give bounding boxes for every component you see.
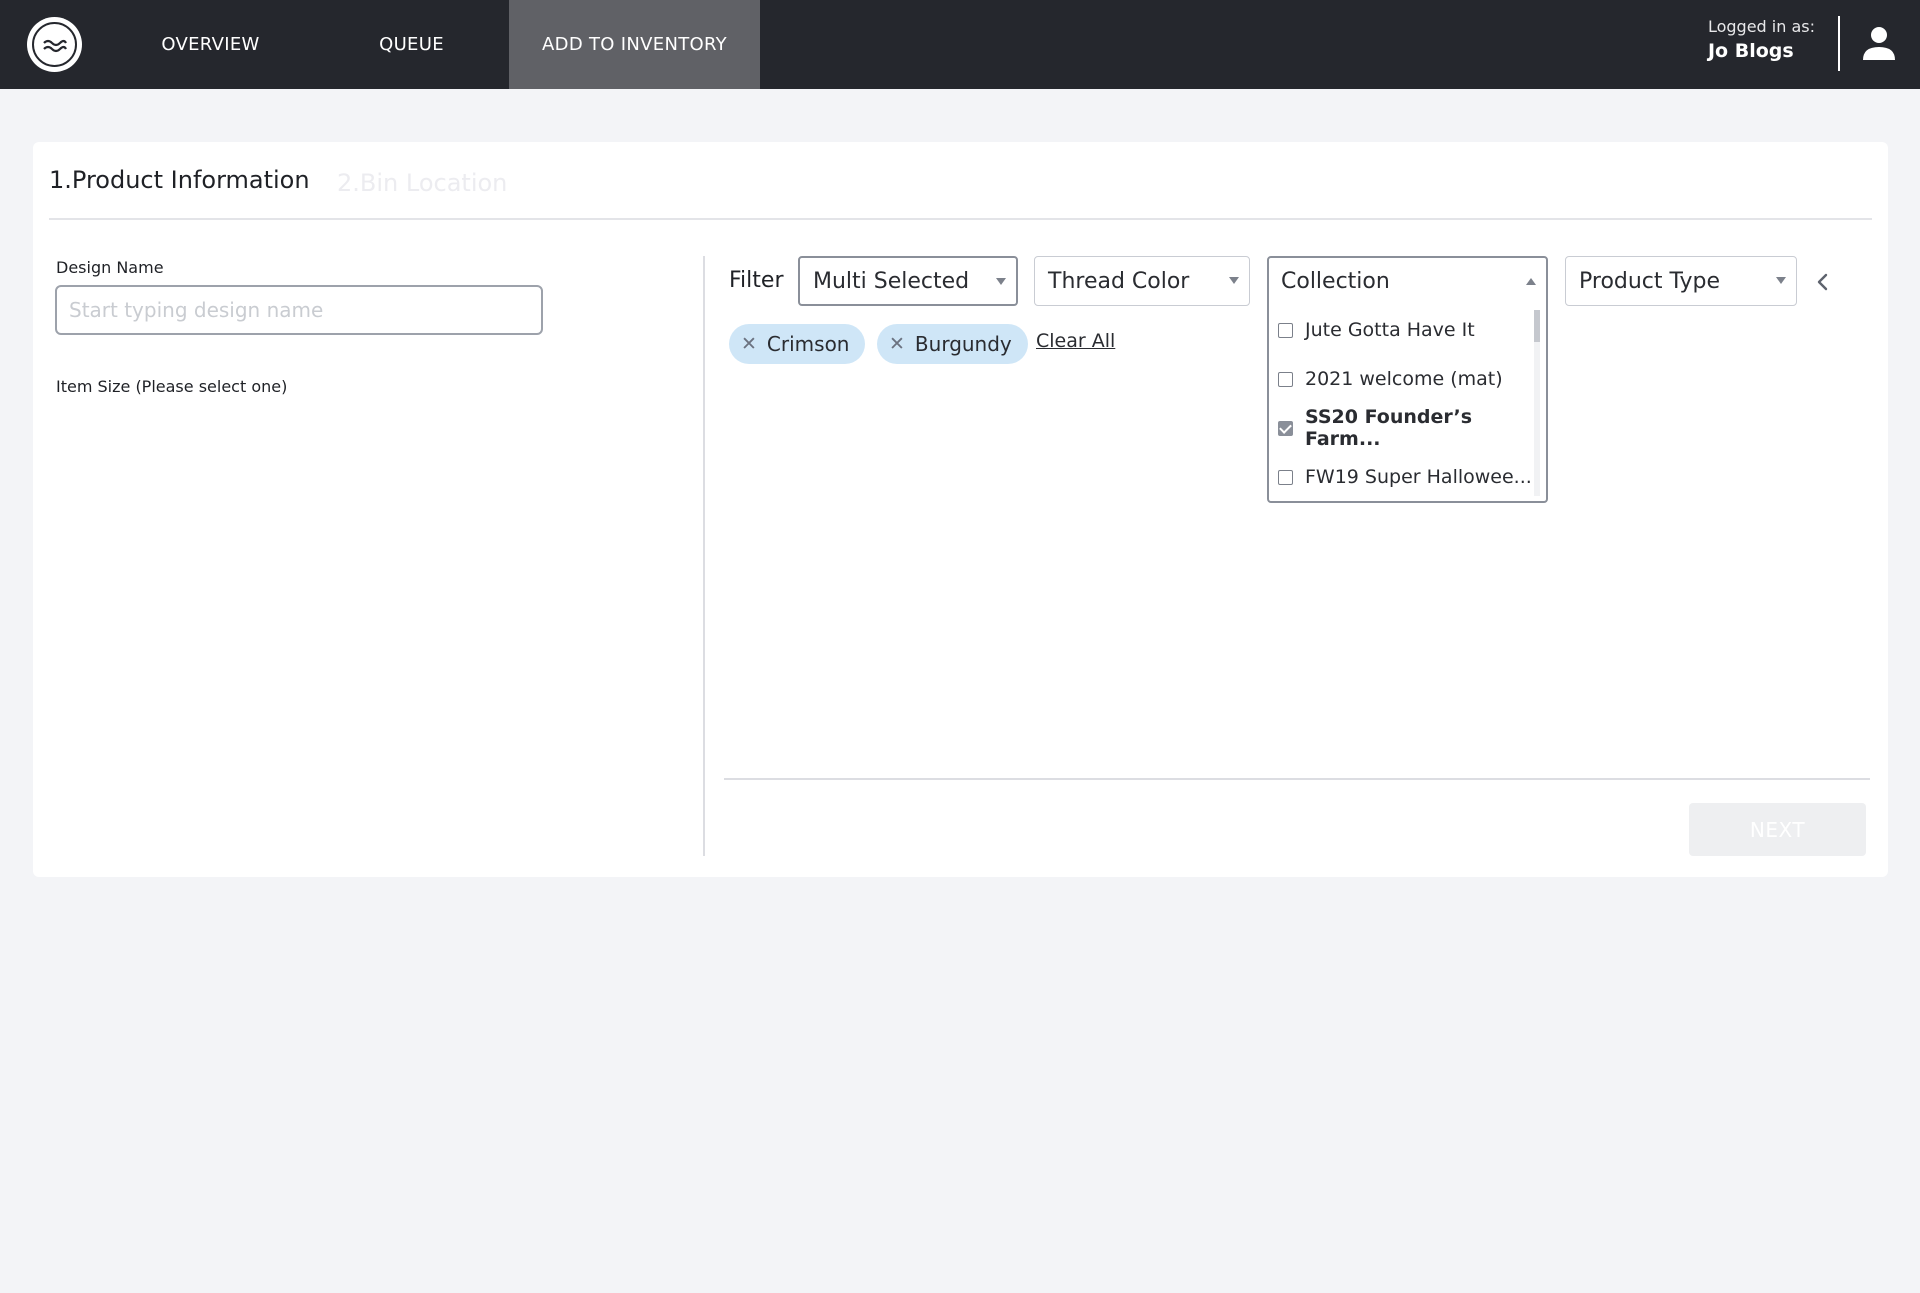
filter-label: Filter xyxy=(729,268,784,293)
header-divider xyxy=(1838,16,1840,71)
close-icon[interactable]: ✕ xyxy=(741,333,757,355)
collection-option[interactable]: FW19 Super Hallowee... xyxy=(1278,462,1532,492)
collection-dropdown[interactable]: Collection Jute Gotta Have It 2021 welco… xyxy=(1267,256,1548,503)
waves-logo-icon[interactable] xyxy=(27,17,82,72)
user-name: Jo Blogs xyxy=(1707,40,1794,63)
design-name-input[interactable] xyxy=(55,285,543,335)
nav-add-to-inventory[interactable]: ADD TO INVENTORY xyxy=(509,0,760,89)
checkbox[interactable] xyxy=(1278,469,1293,485)
product-type-value: Product Type xyxy=(1579,268,1721,294)
close-icon[interactable]: ✕ xyxy=(889,333,905,355)
filter-chip-burgundy[interactable]: ✕ Burgundy xyxy=(877,324,1028,364)
chip-label: Crimson xyxy=(766,332,850,356)
option-label: SS20 Founder’s Farm... xyxy=(1305,406,1473,450)
chevron-down-icon xyxy=(1229,277,1239,284)
logged-in-label: Logged in as: xyxy=(1707,17,1815,36)
checkbox-checked[interactable] xyxy=(1278,420,1293,436)
top-navigation-bar: OVERVIEW QUEUE ADD TO INVENTORY Logged i… xyxy=(0,0,1920,89)
chip-label: Burgundy xyxy=(914,332,1012,356)
item-size-label: Item Size (Please select one) xyxy=(56,377,288,396)
step-bin-location[interactable]: 2.Bin Location xyxy=(337,169,507,197)
collection-option[interactable]: 2021 welcome (mat) xyxy=(1278,364,1503,394)
option-label: 2021 welcome (mat) xyxy=(1305,368,1503,390)
nav-overview[interactable]: OVERVIEW xyxy=(128,0,293,89)
add-inventory-card: 1.Product Information 2.Bin Location Des… xyxy=(33,142,1888,877)
chevron-down-icon xyxy=(996,278,1006,285)
next-button[interactable]: NEXT xyxy=(1689,803,1866,856)
dropdown-scrollbar[interactable] xyxy=(1534,310,1540,496)
logged-in-user: Logged in as: Jo Blogs xyxy=(1708,16,1815,65)
option-label: FW19 Super Hallowee... xyxy=(1305,466,1532,488)
collection-select-value[interactable]: Collection xyxy=(1281,269,1390,294)
option-label: Jute Gotta Have It xyxy=(1305,319,1475,341)
scrollbar-thumb[interactable] xyxy=(1534,310,1540,342)
product-type-select[interactable]: Product Type xyxy=(1565,256,1797,306)
clear-all-link[interactable]: Clear All xyxy=(1036,330,1115,352)
chevron-down-icon xyxy=(1776,277,1786,284)
user-icon[interactable] xyxy=(1862,26,1896,62)
multi-selected-select[interactable]: Multi Selected xyxy=(798,256,1018,306)
collection-option[interactable]: Jute Gotta Have It xyxy=(1278,315,1475,345)
nav-queue[interactable]: QUEUE xyxy=(340,0,483,89)
chevron-left-icon[interactable] xyxy=(1813,270,1833,294)
design-name-label: Design Name xyxy=(56,258,164,277)
thread-color-select[interactable]: Thread Color xyxy=(1034,256,1250,306)
column-divider xyxy=(703,256,705,856)
collection-option[interactable]: SS20 Founder’s Farm... xyxy=(1278,406,1546,450)
step-product-information[interactable]: 1.Product Information xyxy=(49,166,310,194)
filter-chip-crimson[interactable]: ✕ Crimson xyxy=(729,324,866,364)
chevron-up-icon xyxy=(1526,278,1536,285)
checkbox[interactable] xyxy=(1278,322,1293,338)
multi-selected-value: Multi Selected xyxy=(813,268,970,294)
thread-color-value: Thread Color xyxy=(1048,268,1190,294)
actions-divider xyxy=(724,778,1870,780)
checkbox[interactable] xyxy=(1278,371,1293,387)
steps-divider xyxy=(49,218,1872,220)
